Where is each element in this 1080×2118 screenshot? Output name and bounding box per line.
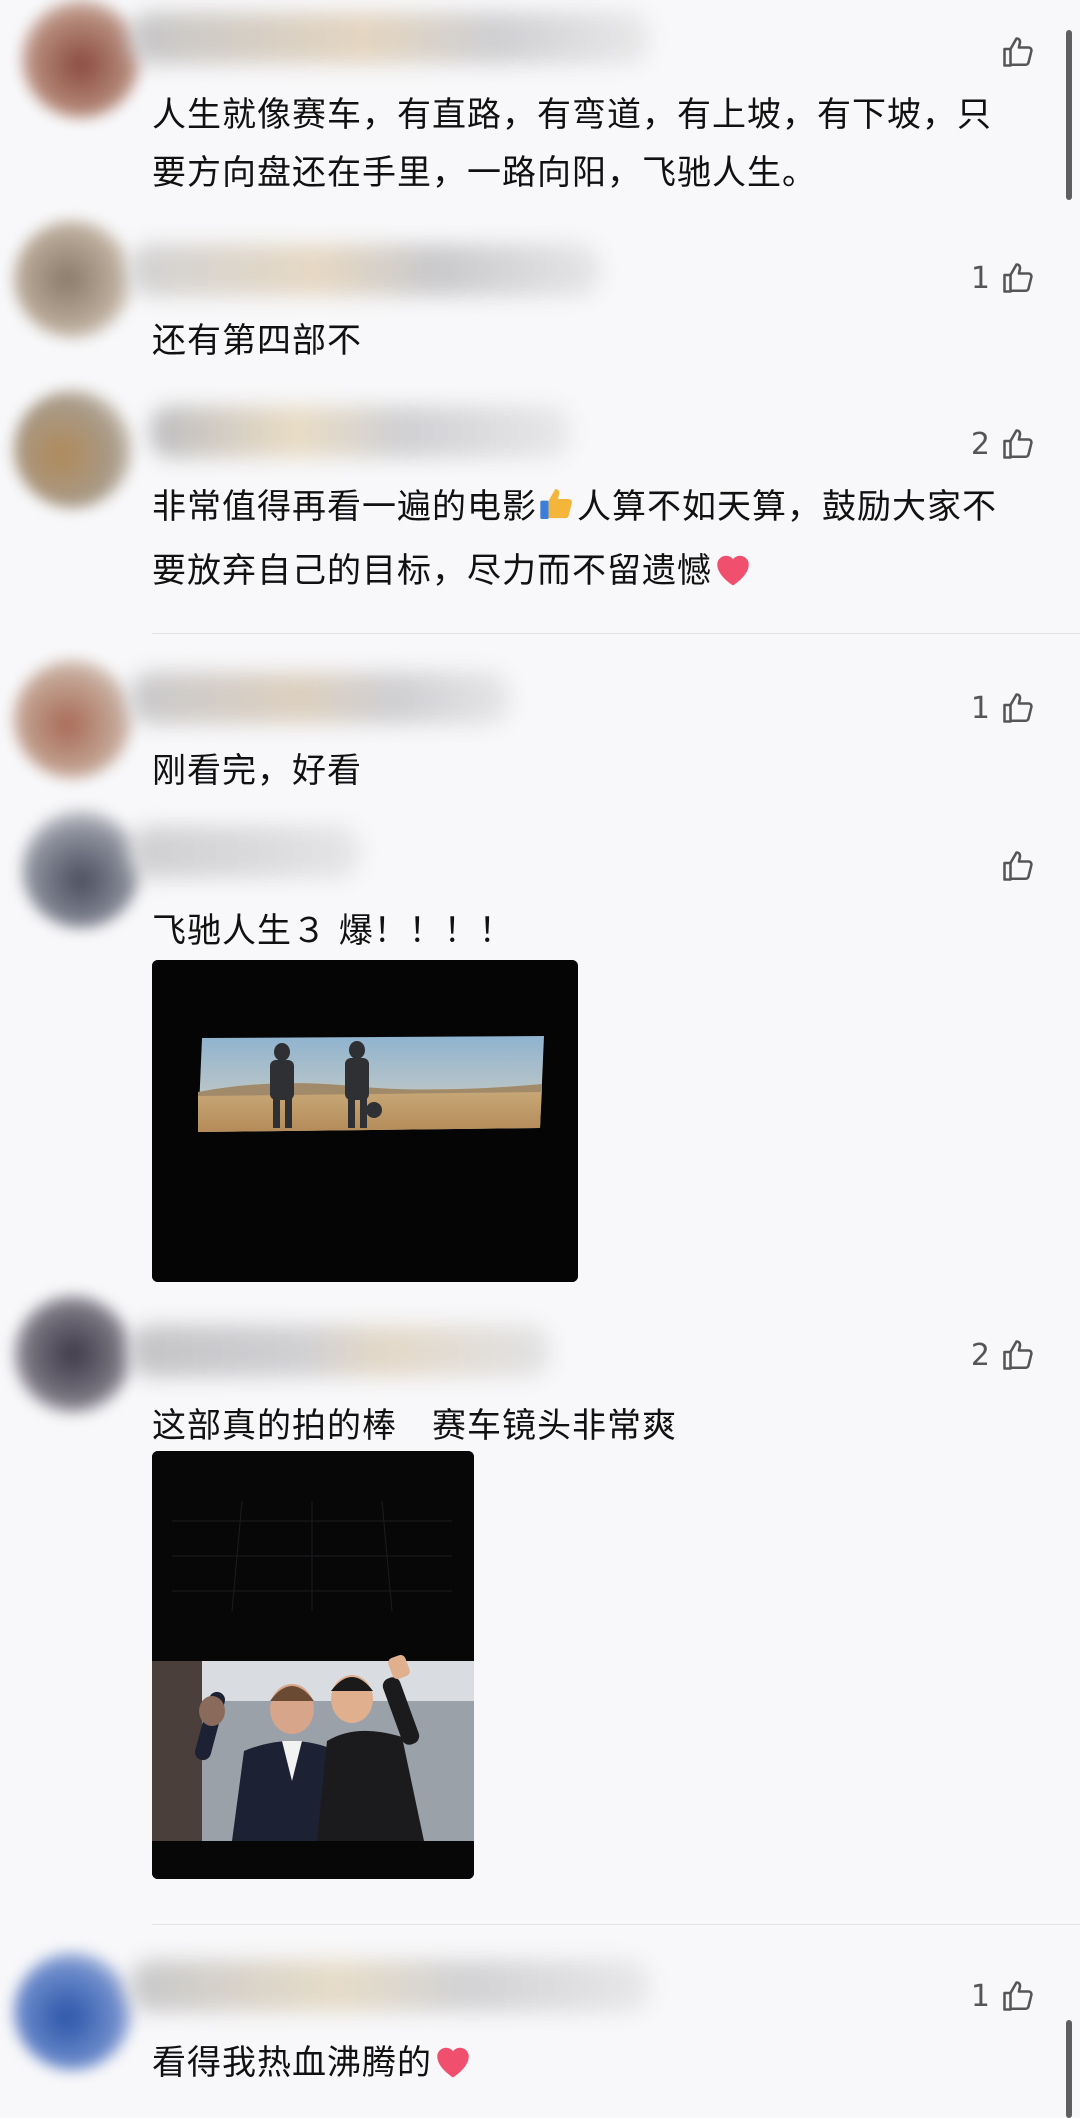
avatar[interactable] <box>14 220 132 338</box>
comment-item: 人生就像赛车，有直路，有弯道，有上坡，有下坡，只要方向盘还在手里，一路向阳，飞驰… <box>0 0 1080 220</box>
username-blurred[interactable] <box>130 1325 550 1377</box>
thumbs-up-icon <box>1003 37 1033 67</box>
comment-text: 看得我热血沸腾的 <box>152 2034 1012 2098</box>
comment-item: 1 看得我热血沸腾的 <box>0 1940 1080 2118</box>
like-count: 1 <box>970 1978 990 2014</box>
comment-text: 刚看完，好看 <box>152 751 362 791</box>
comment-item: 1 刚看完，好看 <box>0 650 1080 800</box>
like-button[interactable] <box>990 32 1036 72</box>
thumbs-up-emoji-icon <box>537 484 577 542</box>
avatar[interactable] <box>14 1295 132 1413</box>
username-blurred[interactable] <box>150 406 570 458</box>
username-blurred[interactable] <box>130 826 360 878</box>
red-heart-emoji-icon <box>432 2040 474 2098</box>
like-count: 2 <box>970 1337 990 1373</box>
thumbs-up-icon <box>1003 1340 1033 1370</box>
comment-text: 非常值得再看一遍的电影 人算不如天算，鼓励大家不要放弃自己的目标，尽力而不留遗憾 <box>152 478 1012 606</box>
red-heart-emoji-icon <box>712 548 754 606</box>
thumbs-up-icon <box>1003 1981 1033 2011</box>
comment-text: 这部真的拍的棒 赛车镜头非常爽 <box>152 1406 677 1446</box>
like-button[interactable]: 1 <box>971 688 1036 728</box>
comment-photo-cinema-desert[interactable] <box>152 960 578 1282</box>
like-count: 1 <box>970 260 990 296</box>
comment-item: 2 非常值得再看一遍的电影 人算不如天算，鼓励大家不要放弃自己的目标，尽力而不留遗… <box>0 380 1080 630</box>
comment-text: 人生就像赛车，有直路，有弯道，有上坡，有下坡，只要方向盘还在手里，一路向阳，飞驰… <box>152 95 992 193</box>
comment-item: 1 还有第四部不 <box>0 220 1080 370</box>
divider <box>152 1924 1080 1925</box>
avatar[interactable] <box>22 810 140 928</box>
username-blurred[interactable] <box>130 1960 650 2012</box>
like-button[interactable]: 1 <box>971 258 1036 298</box>
like-count: 2 <box>970 426 990 462</box>
username-blurred[interactable] <box>130 12 650 64</box>
comment-text-part: 看得我热血沸腾的 <box>152 2043 432 2083</box>
like-button[interactable]: 2 <box>971 1335 1036 1375</box>
avatar[interactable] <box>14 660 132 778</box>
thumbs-up-icon <box>1003 263 1033 293</box>
avatar[interactable] <box>22 0 140 118</box>
comment-text: 飞驰人生３ 爆！！！！ <box>152 911 514 951</box>
comment-item: 飞驰人生３ 爆！！！！ <box>0 810 1080 1290</box>
avatar[interactable] <box>14 390 132 508</box>
divider <box>152 633 1080 634</box>
thumbs-up-icon <box>1003 429 1033 459</box>
like-button[interactable]: 1 <box>971 1976 1036 2016</box>
comment-text: 还有第四部不 <box>152 321 362 361</box>
like-count: 1 <box>970 690 990 726</box>
thumbs-up-icon <box>1003 851 1033 881</box>
like-button[interactable]: 2 <box>971 424 1036 464</box>
username-blurred[interactable] <box>130 672 510 724</box>
comment-text-part: 非常值得再看一遍的电影 <box>152 487 537 527</box>
thumbs-up-icon <box>1003 693 1033 723</box>
comment-item: 2 这部真的拍的棒 赛车镜头非常爽 <box>0 1295 1080 1925</box>
like-button[interactable] <box>990 846 1036 886</box>
username-blurred[interactable] <box>130 244 600 296</box>
avatar[interactable] <box>14 1952 132 2070</box>
comment-photo-cinema-celebration[interactable] <box>152 1451 474 1879</box>
